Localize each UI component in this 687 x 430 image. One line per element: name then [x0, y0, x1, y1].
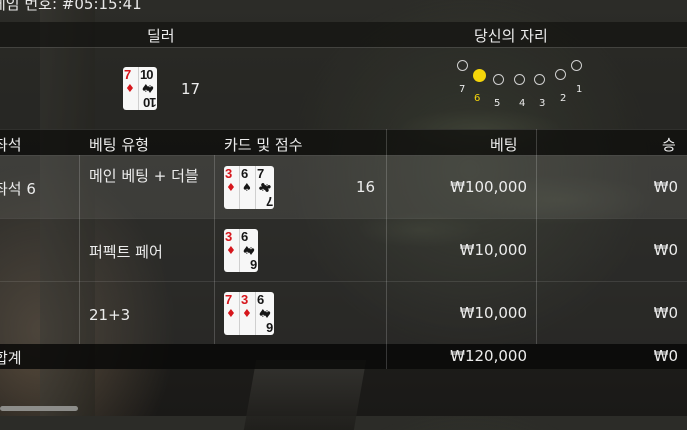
dealer-row: 7 ♦ 10 ♠ 10 ♠ 17 7654321 [0, 47, 687, 130]
card-rank: 7 [225, 292, 232, 307]
seat-number: 7 [459, 84, 466, 95]
card-suit-icon: ♠ [262, 307, 272, 320]
table-row: 퍼펙트 페어 ₩10,000 ₩0 3 ♦ 6 ♠ 6 ♠ [0, 218, 687, 281]
card-suit-icon: ♦ [226, 181, 236, 194]
col-seat: 좌석 [0, 136, 22, 154]
card-rank: 10 [140, 67, 154, 82]
col-bet-type: 베팅 유형 [89, 136, 149, 154]
total-win: ₩0 [653, 347, 678, 365]
playing-card: 7 ♦ [123, 67, 139, 110]
playing-card: 6 ♠ 6 ♠ [256, 292, 274, 335]
card-suit-icon: ♦ [125, 82, 135, 95]
card-rank: 6 [266, 320, 273, 335]
card-rank: 7 [266, 194, 273, 209]
row-win: ₩0 [653, 304, 678, 322]
card-suit-icon: ♦ [242, 307, 252, 320]
col-divider [386, 129, 387, 369]
hand-cards: 7 ♦ 3 ♦ 6 ♠ 6 ♠ [224, 292, 274, 335]
col-divider [536, 129, 537, 344]
seat-number: 3 [539, 98, 546, 109]
seat-4-marker[interactable] [514, 74, 525, 85]
playing-card: 3 ♦ [224, 229, 240, 272]
card-rank: 6 [241, 166, 248, 181]
playing-card: 7 ♦ [224, 292, 240, 335]
card-suit-icon: ♠ [242, 181, 252, 194]
card-suit-icon: ♦ [226, 307, 236, 320]
seat-number: 2 [560, 93, 567, 104]
card-rank: 3 [225, 229, 232, 244]
card-suit-icon: ♠ [246, 244, 256, 257]
dealer-score: 17 [181, 80, 201, 98]
col-win: 승 [662, 136, 676, 154]
playing-card: 6 ♠ [240, 166, 256, 209]
section-header: 딜러 당신의 자리 [0, 22, 687, 47]
horizontal-scrollbar[interactable] [0, 406, 78, 411]
seat-5-marker[interactable] [493, 74, 504, 85]
card-suit-icon: ♣ [262, 181, 272, 194]
col-divider [214, 155, 215, 344]
playing-card: 6 ♠ 6 ♠ [240, 229, 258, 272]
card-rank: 7 [257, 166, 264, 181]
seat-number: 5 [494, 98, 501, 109]
seat-number: 1 [576, 84, 583, 95]
playing-card: 7 ♣ 7 ♣ [256, 166, 274, 209]
col-cards-score: 카드 및 점수 [224, 136, 303, 154]
card-suit-icon: ♦ [226, 244, 236, 257]
row-bet: ₩10,000 [459, 241, 527, 259]
background-lamp [243, 360, 367, 430]
col-divider [79, 155, 80, 344]
seat-2-marker[interactable] [555, 69, 566, 80]
card-rank: 3 [225, 166, 232, 181]
seat-number: 4 [519, 98, 526, 109]
playing-card: 3 ♦ [240, 292, 256, 335]
card-rank: 7 [124, 67, 131, 82]
table-row: 좌석 6 메인 베팅 + 더블 16 ₩100,000 ₩0 3 ♦ 6 ♠ 7 ♣ 7 ♣ [0, 155, 687, 218]
dealer-cards: 7 ♦ 10 ♠ 10 ♠ [123, 67, 157, 110]
seat-6-marker[interactable] [473, 69, 486, 82]
hand-cards: 3 ♦ 6 ♠ 7 ♣ 7 ♣ [224, 166, 274, 209]
card-suit-icon: ♠ [145, 82, 155, 95]
col-bet: 베팅 [490, 136, 518, 154]
playing-card: 3 ♦ [224, 166, 240, 209]
seat-3-marker[interactable] [534, 74, 545, 85]
table-row: 21+3 ₩10,000 ₩0 7 ♦ 3 ♦ 6 ♠ 6 ♠ [0, 281, 687, 344]
card-rank: 6 [241, 229, 248, 244]
seat-7-marker[interactable] [457, 60, 468, 71]
game-number: 게임 번호: #05:15:41 [0, 0, 142, 13]
row-win: ₩0 [653, 178, 678, 196]
total-bet: ₩120,000 [450, 347, 527, 365]
seat-number: 6 [474, 93, 481, 104]
your-seat-header: 당신의 자리 [474, 27, 548, 45]
hand-cards: 3 ♦ 6 ♠ 6 ♠ [224, 229, 258, 272]
row-win: ₩0 [653, 241, 678, 259]
dealer-header: 딜러 [147, 27, 175, 45]
row-bet-type: 21+3 [89, 306, 131, 324]
row-bet: ₩10,000 [459, 304, 527, 322]
total-row: 합계 ₩120,000 ₩0 [0, 344, 687, 369]
total-label: 합계 [0, 349, 22, 367]
card-rank: 3 [241, 292, 248, 307]
card-rank: 6 [257, 292, 264, 307]
row-bet-type: 퍼펙트 페어 [89, 243, 163, 261]
playing-card: 10 ♠ 10 ♠ [139, 67, 157, 110]
row-score: 16 [356, 178, 376, 196]
seat-1-marker[interactable] [571, 60, 582, 71]
row-bet-type: 메인 베팅 + 더블 [89, 167, 199, 185]
table-header: 좌석 베팅 유형 카드 및 점수 베팅 승 [0, 129, 687, 156]
row-bet: ₩100,000 [450, 178, 527, 196]
row-seat: 좌석 6 [0, 180, 36, 198]
card-rank: 10 [143, 95, 156, 110]
card-rank: 6 [250, 257, 257, 272]
